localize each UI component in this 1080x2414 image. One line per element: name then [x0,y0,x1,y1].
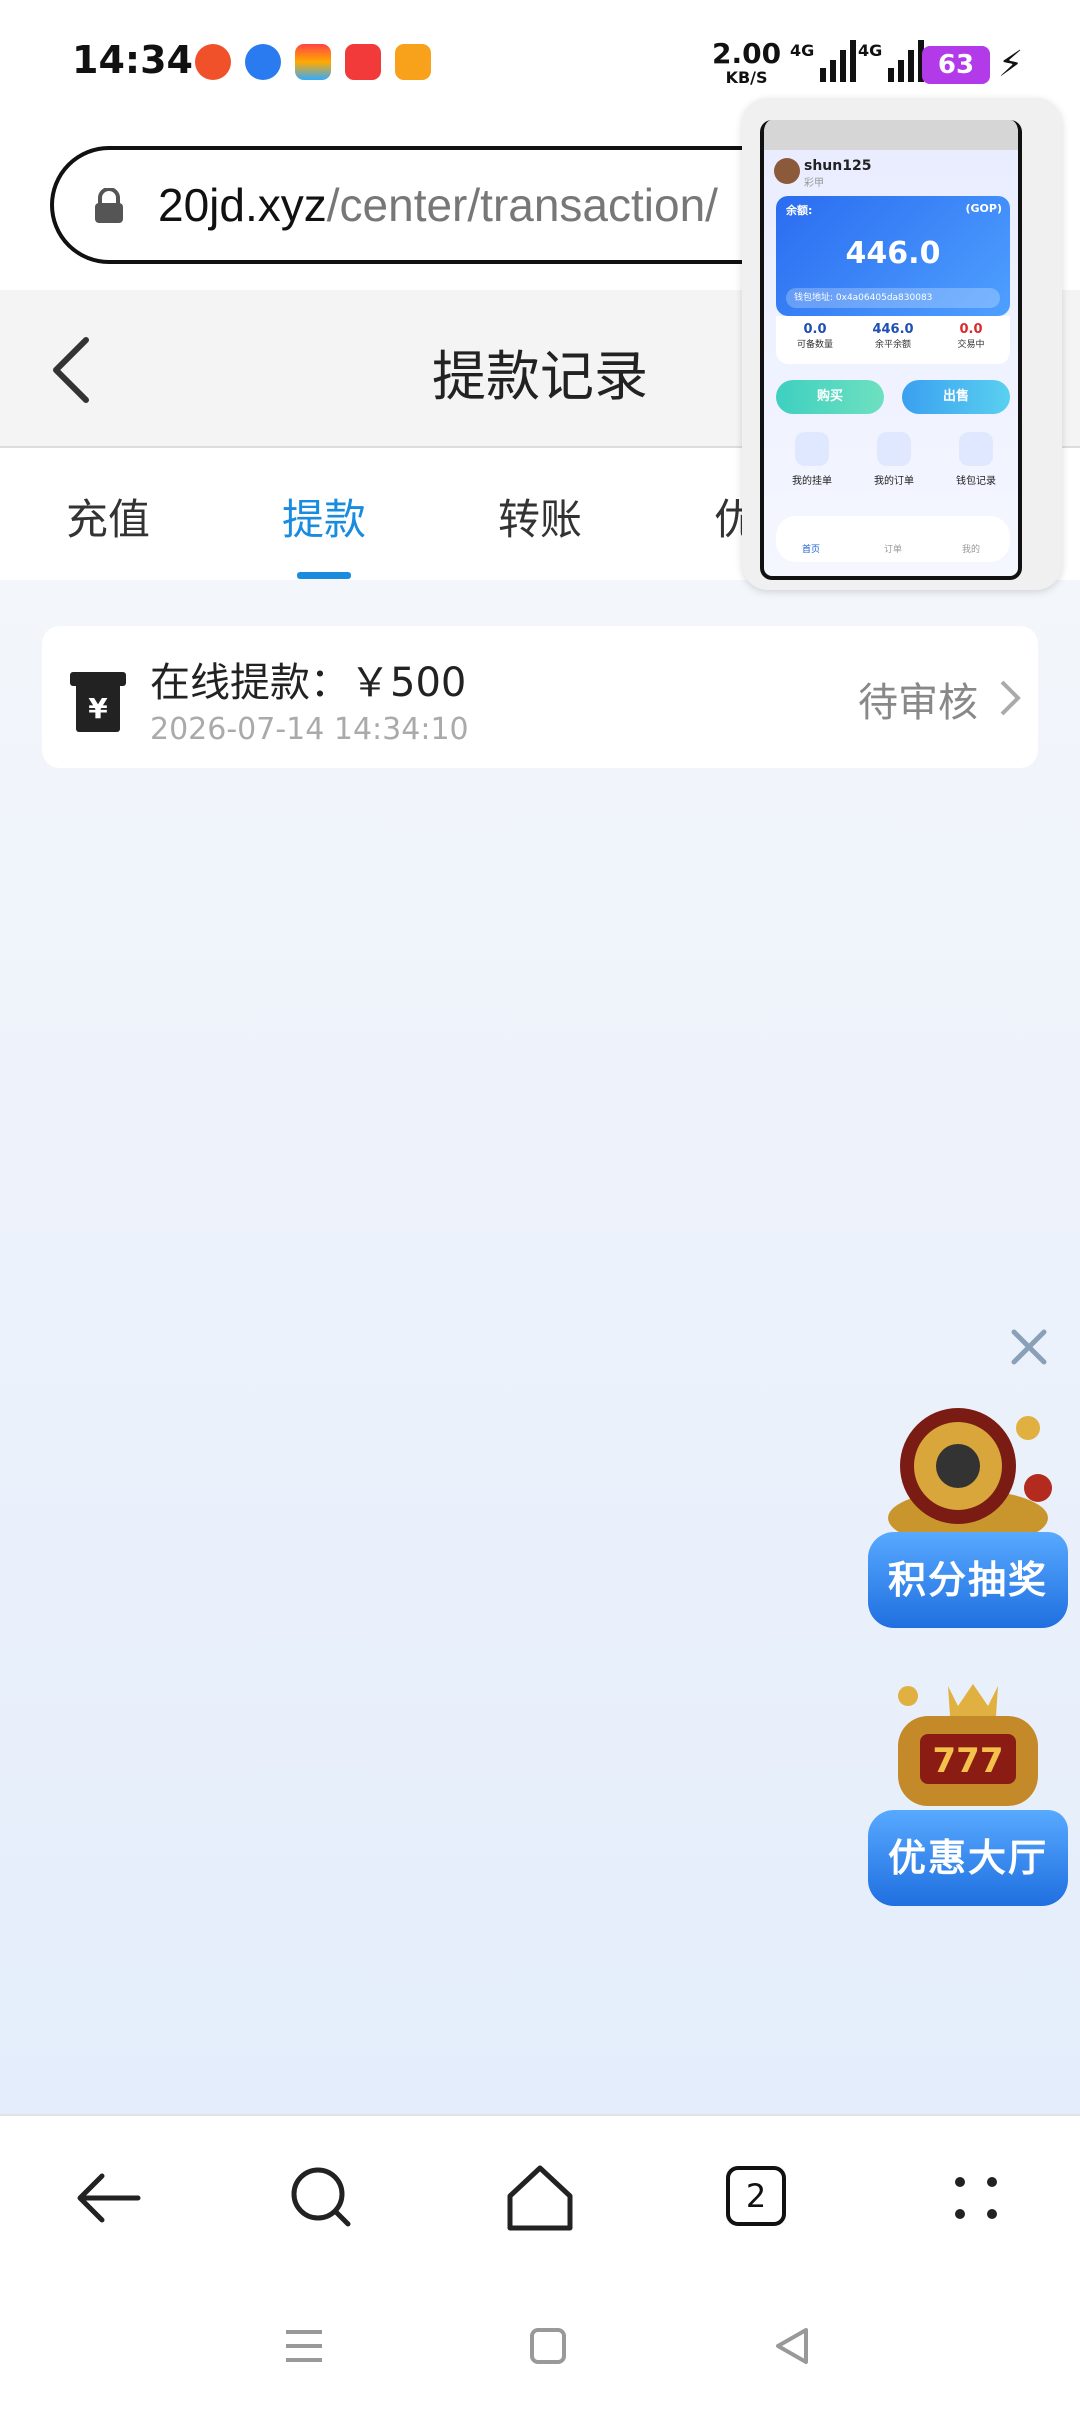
charging-icon: ⚡ [998,44,1024,85]
svg-text:¥: ¥ [88,692,108,725]
status-time: 14:34 [72,38,193,82]
tab-transfer[interactable]: 转账 [498,486,582,547]
app-notification-icon [195,44,231,80]
preview-stat-value: 0.0 [959,322,983,337]
preview-subtitle: 彩甲 [804,178,824,189]
record-status: 待审核 [858,680,978,726]
recents-icon[interactable] [282,2324,326,2368]
preview-bottom-nav: 首页 订单 我的 [776,516,1010,562]
lottery-promo[interactable]: 积分抽奖 [868,1398,1068,1628]
withdrawal-record[interactable]: ¥ 在线提款：￥500 2026-07-14 14:34:10 待审核 [42,626,1038,768]
record-title: 在线提款：￥500 [150,660,467,706]
close-icon[interactable] [1008,1326,1050,1368]
tab-count-button[interactable]: 2 [726,2166,786,2226]
home-icon[interactable] [500,2158,580,2238]
preview-balance-card: 余额: (GOP) 446.0 钱包地址: 0x4a06405da830083 [776,196,1010,316]
home-square-icon[interactable] [526,2324,570,2368]
lottery-promo-label: 积分抽奖 [868,1532,1068,1628]
battery-indicator: 63 [922,46,990,84]
chevron-right-icon [1000,680,1021,716]
preview-nav-item: 订单 [884,545,903,555]
preview-top-bar [764,120,1018,150]
network-speed: 2.00 KB/S [712,37,782,87]
notification-icons [195,44,431,80]
browser-toolbar [0,2114,1080,2280]
avatar [774,158,800,184]
preview-menu-item: 钱包记录 [936,432,1016,487]
back-triangle-icon[interactable] [770,2324,814,2368]
preview-sell-button: 出售 [902,380,1010,414]
tab-withdraw[interactable]: 提款 [282,486,366,547]
preview-menu-item: 我的挂单 [772,432,852,487]
record-time: 2026-07-14 14:34:10 [150,712,469,747]
preview-stat-value: 0.0 [803,322,827,337]
promotions-hall-label: 优惠大厅 [868,1810,1068,1906]
preview-stat-value: 446.0 [872,322,914,337]
preview-nav-item: 我的 [962,545,981,555]
floating-window-preview[interactable]: shun125 彩甲 余额: (GOP) 446.0 钱包地址: 0x4a064… [742,98,1062,590]
preview-currency: (GOP) [965,202,1003,215]
svg-text:777: 777 [933,1741,1004,1781]
preview-stat-label: 交易中 [957,340,985,350]
preview-stat-label: 余平余额 [874,340,911,350]
tab-deposit[interactable]: 充值 [66,486,150,547]
atm-yuan-icon: ¥ [70,672,126,732]
preview-stat-label: 可备数量 [796,340,833,350]
preview-stats: 0.0 可备数量 446.0 余平余额 0.0 交易中 [776,316,1010,364]
preview-screen: shun125 彩甲 余额: (GOP) 446.0 钱包地址: 0x4a064… [760,120,1022,580]
svg-text:4G: 4G [790,41,814,60]
browser-notification-icon [245,44,281,80]
signal-4g-icon-2: 4G [858,40,924,82]
lock-icon [95,188,123,223]
system-navigation-bar [0,2280,1080,2414]
slot-machine-icon: 777 [898,1684,1038,1806]
wallet-notification-icon [295,44,331,80]
roulette-icon [888,1408,1052,1546]
preview-menu-item: 我的订单 [854,432,934,487]
signal-4g-icon: 4G [790,40,856,82]
video-notification-icon [345,44,381,80]
more-menu-icon[interactable] [936,2158,1016,2238]
preview-balance-label: 余额: [786,204,813,217]
search-icon[interactable] [282,2158,362,2238]
url-text[interactable]: 20jd.xyz/center/transaction/ [158,178,718,232]
preview-nav-item: 首页 [802,545,821,555]
preview-wallet-address: 钱包地址: 0x4a06405da830083 [786,288,1000,308]
svg-text:4G: 4G [858,41,882,60]
preview-username: shun125 [804,158,872,174]
player-notification-icon [395,44,431,80]
preview-balance: 446.0 [845,236,941,271]
tab-active-indicator [297,572,351,579]
preview-buy-button: 购买 [776,380,884,414]
promotions-hall-promo[interactable]: 777 优惠大厅 [868,1676,1068,1906]
back-icon[interactable] [68,2158,148,2238]
